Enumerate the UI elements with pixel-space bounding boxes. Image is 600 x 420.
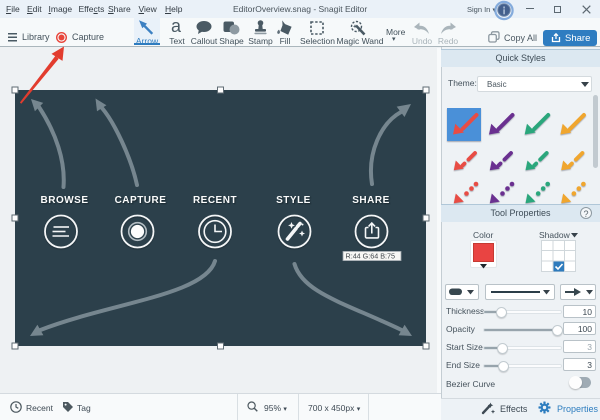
svg-text:STYLE: STYLE	[276, 195, 311, 206]
svg-text:CAPTURE: CAPTURE	[115, 195, 167, 206]
svg-text:SHARE: SHARE	[352, 195, 390, 206]
svg-text:R:44 G:64 B:75: R:44 G:64 B:75	[346, 252, 396, 261]
svg-text:BROWSE: BROWSE	[41, 195, 89, 206]
svg-text:RECENT: RECENT	[193, 195, 237, 206]
